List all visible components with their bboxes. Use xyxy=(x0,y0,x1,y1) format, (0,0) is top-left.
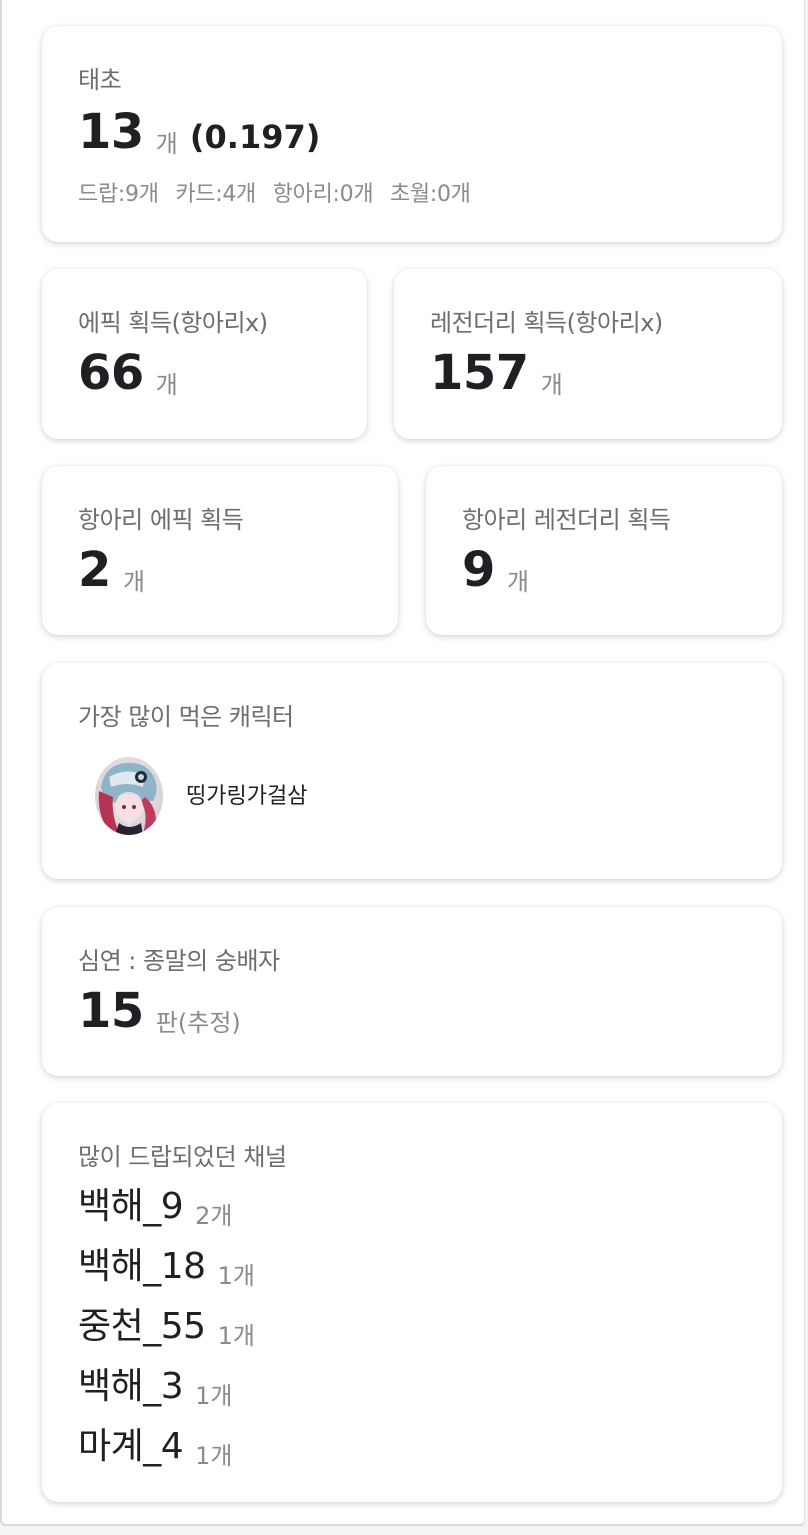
summary-breakdown: 드랍:9개 카드:4개 항아리:0개 초월:0개 xyxy=(78,176,481,208)
summary-card: 태초 13 개 (0.197) 드랍:9개 카드:4개 항아리:0개 초월:0개 xyxy=(42,26,782,242)
top-character-card: 가장 많이 먹은 캐릭터 띵가링가걸삼 xyxy=(42,663,782,879)
jar-legendary-card: 항아리 레전더리 획득 9 개 xyxy=(426,466,782,635)
abyss-value: 15 xyxy=(78,983,144,1039)
epic-label: 에픽 획득(항아리x) xyxy=(78,309,268,337)
jar-legendary-value-line: 9 개 xyxy=(462,542,529,598)
channel-count: 1개 xyxy=(195,1382,233,1410)
epic-value: 66 xyxy=(78,345,144,401)
channel-count: 1개 xyxy=(217,1262,255,1290)
jar-epic-label: 항아리 에픽 획득 xyxy=(78,506,244,534)
channel-name: 백해_9 xyxy=(78,1186,184,1227)
jar-epic-value-line: 2 개 xyxy=(78,542,145,598)
channel-count: 1개 xyxy=(195,1442,233,1470)
channel-name: 백해_3 xyxy=(78,1366,184,1407)
legendary-label: 레전더리 획득(항아리x) xyxy=(430,309,663,337)
top-character-label: 가장 많이 먹은 캐릭터 xyxy=(78,703,294,731)
abyss-label: 심연 : 종말의 숭배자 xyxy=(78,947,280,975)
legendary-card: 레전더리 획득(항아리x) 157 개 xyxy=(394,269,782,439)
jar-epic-value: 2 xyxy=(78,542,111,598)
epic-unit: 개 xyxy=(155,371,178,399)
channel-item: 백해_9 2개 xyxy=(78,1177,255,1237)
channel-item: 중천_55 1개 xyxy=(78,1297,255,1357)
legendary-value-line: 157 개 xyxy=(430,345,563,401)
channel-count: 1개 xyxy=(217,1322,255,1350)
summary-unit: 개 xyxy=(155,130,178,158)
character-avatar-image xyxy=(95,757,163,835)
legendary-value: 157 xyxy=(430,345,529,401)
breakdown-jar: 항아리:0개 xyxy=(272,182,374,207)
stats-panel: 태초 13 개 (0.197) 드랍:9개 카드:4개 항아리:0개 초월:0개… xyxy=(0,0,805,1526)
channel-name: 중천_55 xyxy=(78,1306,206,1347)
abyss-card: 심연 : 종말의 숭배자 15 판(추정) xyxy=(42,907,782,1076)
breakdown-transcend: 초월:0개 xyxy=(389,182,471,207)
channel-item: 마계_4 1개 xyxy=(78,1417,255,1477)
channel-count: 2개 xyxy=(195,1202,233,1230)
channel-name: 백해_18 xyxy=(78,1246,206,1287)
summary-count: 13 xyxy=(78,104,144,160)
jar-epic-unit: 개 xyxy=(122,568,145,596)
top-character-name: 띵가링가걸삼 xyxy=(186,784,308,809)
jar-legendary-label: 항아리 레전더리 획득 xyxy=(462,506,671,534)
channels-card: 많이 드랍되었던 채널 백해_9 2개 백해_18 1개 중천_55 1개 백해… xyxy=(42,1103,782,1502)
jar-legendary-unit: 개 xyxy=(506,568,529,596)
abyss-unit: 판(추정) xyxy=(155,1009,241,1037)
abyss-value-line: 15 판(추정) xyxy=(78,983,241,1039)
jar-epic-card: 항아리 에픽 획득 2 개 xyxy=(42,466,398,635)
breakdown-drop: 드랍:9개 xyxy=(78,182,159,207)
character-avatar xyxy=(95,757,163,835)
summary-ratio: (0.197) xyxy=(189,118,321,156)
channel-list: 백해_9 2개 백해_18 1개 중천_55 1개 백해_3 1개 마계_4 1… xyxy=(78,1177,255,1477)
breakdown-card: 카드:4개 xyxy=(175,182,256,207)
epic-card: 에픽 획득(항아리x) 66 개 xyxy=(42,269,367,439)
channel-item: 백해_3 1개 xyxy=(78,1357,255,1417)
jar-legendary-value: 9 xyxy=(462,542,495,598)
summary-title: 태초 xyxy=(78,66,122,94)
channel-item: 백해_18 1개 xyxy=(78,1237,255,1297)
channels-label: 많이 드랍되었던 채널 xyxy=(78,1143,287,1171)
legendary-unit: 개 xyxy=(540,371,563,399)
channel-name: 마계_4 xyxy=(78,1426,184,1467)
summary-value-line: 13 개 (0.197) xyxy=(78,104,320,160)
epic-value-line: 66 개 xyxy=(78,345,178,401)
